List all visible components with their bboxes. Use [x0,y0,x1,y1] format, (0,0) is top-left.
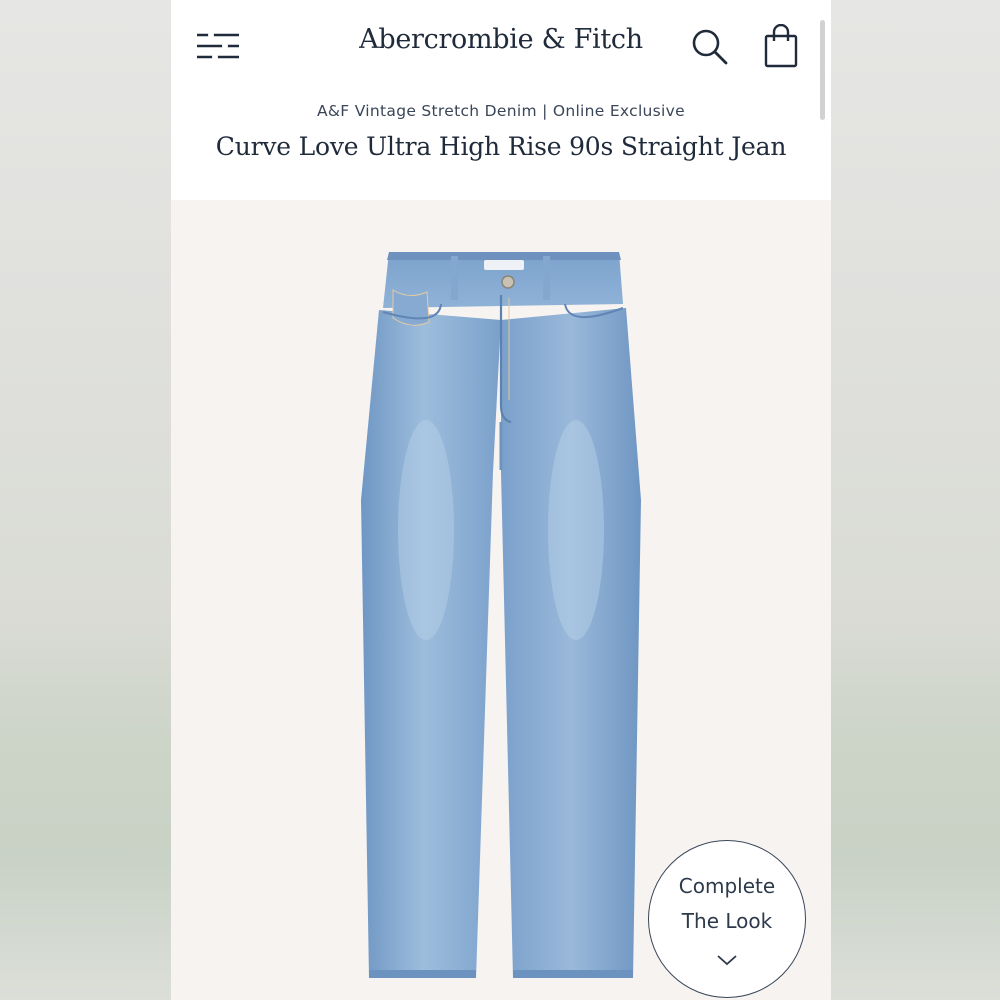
complete-look-label-line2: The Look [681,909,773,933]
hamburger-menu-button[interactable] [195,28,241,64]
hamburger-menu-icon [197,32,239,60]
site-header: Abercrombie & Fitch A&F Vintage Stretch … [171,0,831,200]
blurred-backdrop-right [829,0,1000,1000]
chevron-down-icon [717,955,737,966]
product-page: Abercrombie & Fitch A&F Vintage Stretch … [171,0,831,1000]
blurred-backdrop-left [0,0,171,1000]
product-title: Curve Love Ultra High Rise 90s Straight … [215,132,787,161]
brand-logo[interactable]: Abercrombie & Fitch [311,24,691,55]
complete-the-look-button[interactable]: Complete The Look [648,840,806,998]
complete-look-label-line1: Complete [678,874,776,898]
shopping-bag-icon [764,23,798,68]
search-icon [692,29,728,65]
product-image-area[interactable]: Complete The Look [171,200,831,1000]
product-collection: A&F Vintage Stretch Denim | Online Exclu… [317,102,685,120]
shopping-bag-button[interactable] [763,23,799,68]
search-button[interactable] [689,26,729,66]
